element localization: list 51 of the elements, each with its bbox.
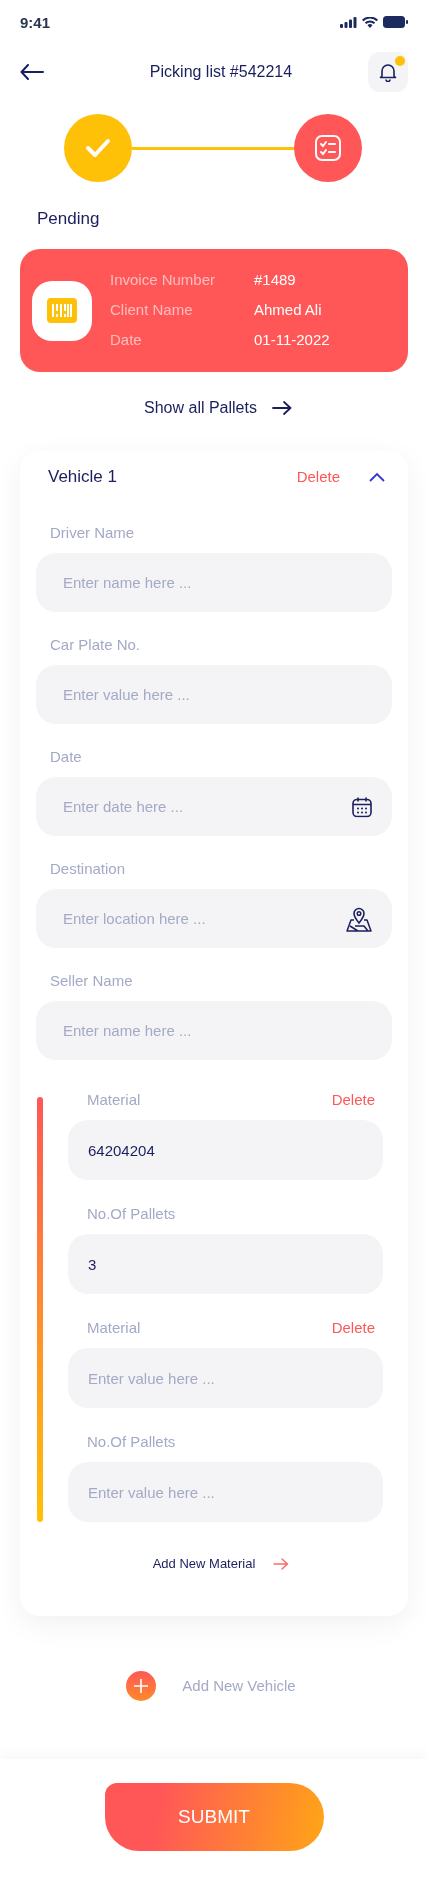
invoice-value: #1489 bbox=[254, 270, 296, 291]
input-field[interactable]: Enter name here ... bbox=[36, 1001, 392, 1060]
vehicle-title: Vehicle 1 bbox=[48, 466, 118, 489]
calendar-icon bbox=[352, 796, 372, 817]
input-field[interactable]: Enter date here ... bbox=[36, 777, 392, 836]
delete-link[interactable]: Delete bbox=[331, 1316, 375, 1340]
field-label: No.Of Pallets bbox=[86, 1432, 177, 1452]
plus-icon bbox=[126, 1671, 157, 1701]
field-label: Destination bbox=[50, 859, 127, 879]
arrow-right-icon bbox=[273, 1558, 290, 1570]
status-label: Pending bbox=[37, 208, 101, 230]
input-field[interactable]: Enter location here ... bbox=[36, 889, 392, 948]
field-label: Date bbox=[50, 747, 83, 767]
signal-icon bbox=[340, 16, 357, 28]
battery-icon bbox=[383, 16, 408, 28]
map-pin-icon bbox=[346, 905, 372, 932]
delete-link[interactable]: Delete bbox=[296, 465, 340, 489]
checklist-icon bbox=[314, 134, 342, 162]
collapse-toggle[interactable] bbox=[368, 471, 386, 483]
input-field[interactable]: Enter value here ... bbox=[36, 665, 392, 724]
check-icon bbox=[85, 138, 111, 158]
submit-button[interactable]: SUBMIT bbox=[104, 1783, 324, 1851]
status-time: 9:41 bbox=[20, 12, 51, 33]
notification-button[interactable] bbox=[368, 52, 408, 92]
input-field[interactable]: Enter value here ... bbox=[68, 1462, 383, 1522]
back-arrow-icon bbox=[20, 64, 44, 80]
field-label: No.Of Pallets bbox=[86, 1204, 177, 1224]
add-vehicle-button[interactable]: Add New Vehicle bbox=[126, 1671, 296, 1701]
field-label: Material bbox=[87, 1089, 141, 1110]
add-material-link[interactable]: Add New Material bbox=[152, 1554, 290, 1574]
field-label: Driver Name bbox=[50, 523, 136, 543]
bell-icon bbox=[379, 62, 397, 82]
input-field[interactable]: Enter value here ... bbox=[68, 1348, 383, 1408]
input-field[interactable]: 64204204 bbox=[68, 1120, 383, 1180]
input-field[interactable]: Enter name here ... bbox=[36, 553, 392, 612]
invoice-label: Date bbox=[110, 330, 143, 351]
arrow-right-icon bbox=[271, 401, 292, 415]
barcode-icon bbox=[47, 298, 77, 323]
chevron-up-icon bbox=[369, 472, 385, 482]
invoice-value: 01-11-2022 bbox=[254, 330, 330, 351]
delete-link[interactable]: Delete bbox=[331, 1088, 375, 1112]
field-label: Seller Name bbox=[50, 971, 134, 991]
invoice-value: Ahmed Ali bbox=[254, 300, 322, 321]
input-field[interactable]: 3 bbox=[68, 1234, 383, 1294]
field-label: Material bbox=[87, 1317, 141, 1338]
show-all-pallets-link[interactable]: Show all Pallets bbox=[144, 397, 292, 419]
invoice-label: Client Name bbox=[110, 300, 194, 321]
field-label: Car Plate No. bbox=[50, 635, 142, 655]
wifi-icon bbox=[362, 16, 378, 28]
page-title: Picking list #542214 bbox=[149, 62, 293, 82]
invoice-label: Invoice Number bbox=[110, 270, 217, 291]
